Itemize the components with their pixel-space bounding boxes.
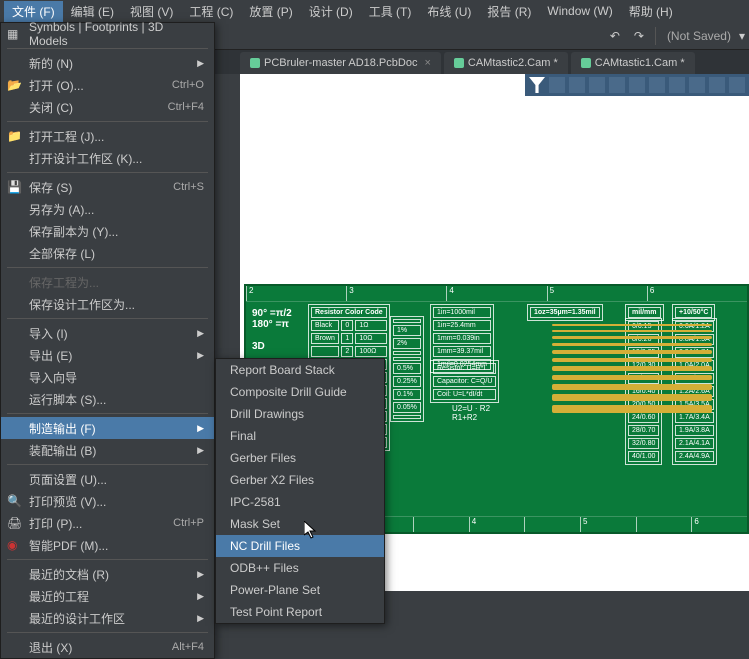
menu-item-recent-docs[interactable]: 最近的文档 (R)▶ — [1, 563, 214, 585]
cam-file-icon — [454, 58, 464, 68]
cursor-icon — [304, 521, 318, 539]
menu-project[interactable]: 工程 (C) — [181, 1, 241, 22]
menu-item-save[interactable]: 💾 保存 (S)Ctrl+S — [1, 176, 214, 198]
close-icon[interactable]: × — [424, 57, 430, 69]
print-icon: 🖨 — [7, 516, 21, 530]
ruler-top: 2 3 4 5 6 — [246, 286, 747, 302]
menu-item-export[interactable]: 导出 (E)▶ — [1, 344, 214, 366]
menu-item-save-all[interactable]: 全部保存 (L) — [1, 242, 214, 264]
filter-icon[interactable] — [529, 77, 545, 93]
submenu-gerber[interactable]: Gerber Files — [216, 447, 384, 469]
menu-item-save-as[interactable]: 另存为 (A)... — [1, 198, 214, 220]
canvas-tool-icon[interactable] — [729, 77, 745, 93]
trace-samples — [552, 324, 712, 474]
menu-item-open[interactable]: 📂 打开 (O)...Ctrl+O — [1, 74, 214, 96]
canvas-tool-icon[interactable] — [609, 77, 625, 93]
tab-label: CAMtastic1.Cam * — [595, 57, 685, 69]
menu-tools[interactable]: 工具 (T) — [361, 1, 420, 22]
menu-place[interactable]: 放置 (P) — [241, 1, 300, 22]
preview-icon: 🔍 — [7, 494, 21, 508]
menu-item-page-setup[interactable]: 页面设置 (U)... — [1, 468, 214, 490]
submenu-final[interactable]: Final — [216, 425, 384, 447]
menu-edit[interactable]: 编辑 (E) — [63, 1, 122, 22]
menu-item-open-workspace[interactable]: 打开设计工作区 (K)... — [1, 147, 214, 169]
submenu-odb[interactable]: ODB++ Files — [216, 557, 384, 579]
menu-item-save-proj-as: 保存工程为... — [1, 271, 214, 293]
canvas-tool-icon[interactable] — [629, 77, 645, 93]
menu-item-print-preview[interactable]: 🔍 打印预览 (V)... — [1, 490, 214, 512]
pdf-icon: ◉ — [7, 538, 21, 552]
menu-window[interactable]: Window (W) — [539, 2, 620, 20]
menu-item-run-script[interactable]: 运行脚本 (S)... — [1, 388, 214, 410]
menu-item-new[interactable]: 新的 (N)▶ — [1, 52, 214, 74]
canvas-tool-icon[interactable] — [709, 77, 725, 93]
menu-item-recent-proj[interactable]: 最近的工程▶ — [1, 585, 214, 607]
submenu-nc-drill[interactable]: NC Drill Files — [216, 535, 384, 557]
fab-output-submenu: Report Board Stack Composite Drill Guide… — [215, 358, 385, 624]
menu-item-symbols[interactable]: ▦ Symbols | Footprints | 3D Models — [1, 23, 214, 45]
menu-item-recent-ws[interactable]: 最近的设计工作区▶ — [1, 607, 214, 629]
tab-label: PCBruler-master AD18.PcbDoc — [264, 57, 417, 69]
main-menubar: 文件 (F) 编辑 (E) 视图 (V) 工程 (C) 放置 (P) 设计 (D… — [0, 0, 749, 22]
not-saved-label: (Not Saved) — [661, 29, 737, 43]
menu-item-close[interactable]: 关闭 (C)Ctrl+F4 — [1, 96, 214, 118]
canvas-tool-icon[interactable] — [569, 77, 585, 93]
submenu-ipc2581[interactable]: IPC-2581 — [216, 491, 384, 513]
formula-table: Resistor: U=R*I Capacitor: C=Q/U Coil: U… — [430, 360, 499, 403]
canvas-tool-icon[interactable] — [669, 77, 685, 93]
save-icon: 💾 — [7, 180, 21, 194]
menu-item-exit[interactable]: 退出 (X)Alt+F4 — [1, 636, 214, 658]
tab-label: CAMtastic2.Cam * — [468, 57, 558, 69]
menu-route[interactable]: 布线 (U) — [419, 1, 479, 22]
tab-cam1[interactable]: CAMtastic1.Cam * — [571, 52, 695, 74]
canvas-tool-icon[interactable] — [589, 77, 605, 93]
dropdown-arrow-icon[interactable]: ▾ — [739, 29, 745, 43]
menu-item-open-project[interactable]: 📁 打开工程 (J)... — [1, 125, 214, 147]
submenu-gerber-x2[interactable]: Gerber X2 Files — [216, 469, 384, 491]
tool-undo-icon[interactable]: ↶ — [604, 25, 626, 47]
submenu-power-plane[interactable]: Power-Plane Set — [216, 579, 384, 601]
canvas-toolbar — [525, 74, 749, 96]
submenu-report-board-stack[interactable]: Report Board Stack — [216, 359, 384, 381]
menu-file[interactable]: 文件 (F) — [4, 1, 63, 22]
canvas-tool-icon[interactable] — [649, 77, 665, 93]
angle-text: 90° =π/2 180° =π 3D — [252, 308, 292, 352]
menu-item-print[interactable]: 🖨 打印 (P)...Ctrl+P — [1, 512, 214, 534]
tolerance-table: 1% 2% 0.5% 0.25% 0.1% 0.05% — [390, 316, 424, 422]
menu-item-assy-output[interactable]: 装配输出 (B)▶ — [1, 439, 214, 461]
menu-help[interactable]: 帮助 (H) — [621, 1, 681, 22]
canvas-tool-icon[interactable] — [689, 77, 705, 93]
menu-item-import-wizard[interactable]: 导入向导 — [1, 366, 214, 388]
tool-redo-icon[interactable]: ↷ — [628, 25, 650, 47]
canvas-tool-icon[interactable] — [549, 77, 565, 93]
project-icon: 📁 — [7, 129, 21, 143]
menu-view[interactable]: 视图 (V) — [122, 1, 181, 22]
menu-item-smart-pdf[interactable]: ◉ 智能PDF (M)... — [1, 534, 214, 556]
menu-item-fab-output[interactable]: 制造输出 (F)▶ — [1, 417, 214, 439]
menu-item-save-copy[interactable]: 保存副本为 (Y)... — [1, 220, 214, 242]
submenu-drill-drawings[interactable]: Drill Drawings — [216, 403, 384, 425]
tab-cam2[interactable]: CAMtastic2.Cam * — [444, 52, 568, 74]
submenu-mask-set[interactable]: Mask Set — [216, 513, 384, 535]
tab-pcbdoc[interactable]: PCBruler-master AD18.PcbDoc × — [240, 52, 441, 74]
menu-design[interactable]: 设计 (D) — [301, 1, 361, 22]
cam-file-icon — [581, 58, 591, 68]
symbols-icon: ▦ — [7, 27, 21, 41]
submenu-test-point[interactable]: Test Point Report — [216, 601, 384, 623]
submenu-composite-drill[interactable]: Composite Drill Guide — [216, 381, 384, 403]
menu-report[interactable]: 报告 (R) — [479, 1, 539, 22]
oz-table: 1oz=35µm=1.35mil — [527, 304, 603, 321]
pcb-file-icon — [250, 58, 260, 68]
menu-item-save-ws-as[interactable]: 保存设计工作区为... — [1, 293, 214, 315]
folder-open-icon: 📂 — [7, 78, 21, 92]
file-menu-dropdown: ▦ Symbols | Footprints | 3D Models 新的 (N… — [0, 22, 215, 659]
menu-item-import[interactable]: 导入 (I)▶ — [1, 322, 214, 344]
u2-formula: U2=U · R2 R1+R2 — [452, 404, 490, 422]
